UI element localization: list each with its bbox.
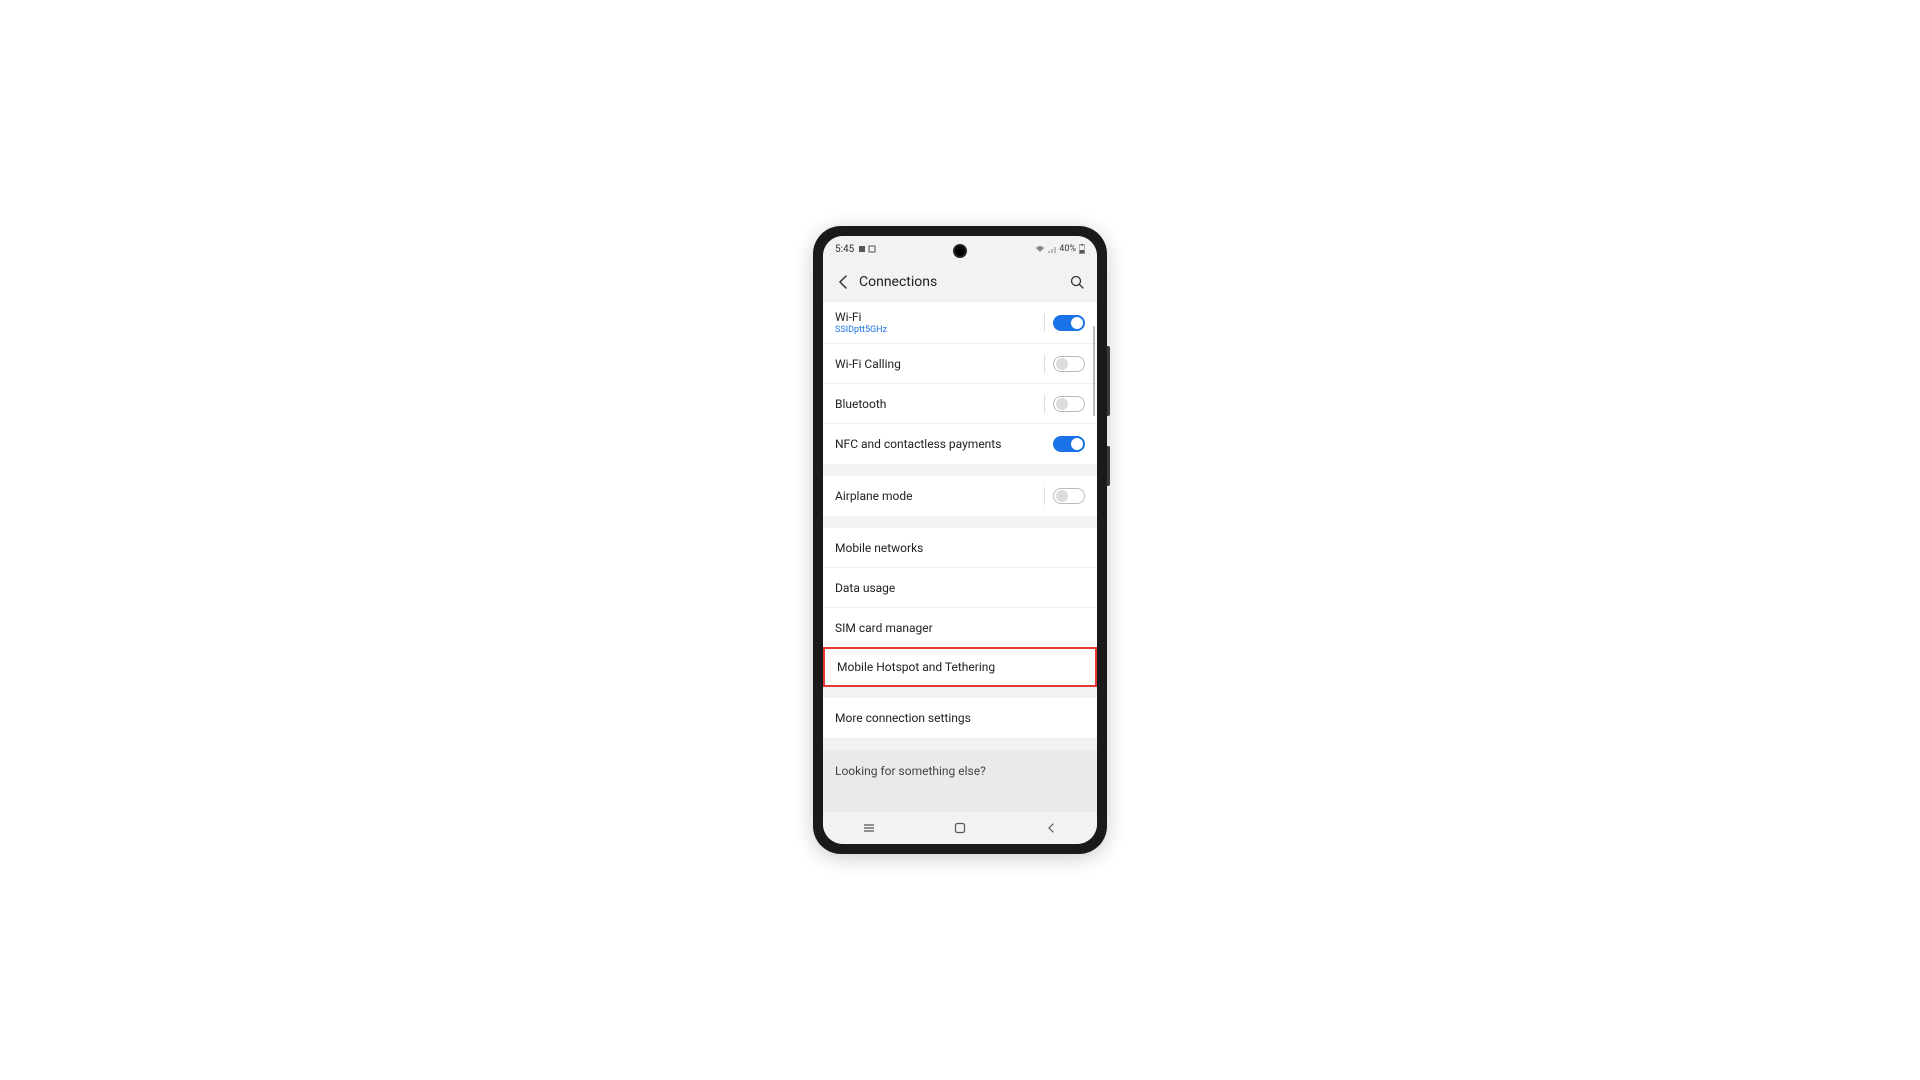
bluetooth-toggle[interactable] <box>1053 396 1085 412</box>
phone-screen: 5:45 40% Connections <box>823 236 1097 844</box>
toggle-knob <box>1071 317 1083 329</box>
nav-back-button[interactable] <box>1031 822 1071 834</box>
row-title: More connection settings <box>835 711 971 725</box>
row-title: SIM card manager <box>835 621 933 635</box>
recents-icon <box>862 823 876 833</box>
row-text: Airplane mode <box>835 489 912 503</box>
toggle-separator <box>1044 355 1045 373</box>
row-text: Wi-Fi Calling <box>835 357 901 371</box>
toggle-wrap <box>1053 436 1085 452</box>
wifi-icon <box>1035 245 1045 253</box>
row-text: Bluetooth <box>835 397 886 411</box>
row-more-connection-settings[interactable]: More connection settings <box>823 698 1097 738</box>
row-airplane-mode[interactable]: Airplane mode <box>823 476 1097 516</box>
settings-group: Airplane mode <box>823 476 1097 516</box>
nfc-toggle[interactable] <box>1053 436 1085 452</box>
row-mobile-hotspot-tethering[interactable]: Mobile Hotspot and Tethering <box>823 647 1097 687</box>
status-left: 5:45 <box>835 244 876 255</box>
status-right: 40% <box>1035 244 1085 254</box>
back-button[interactable] <box>833 272 853 292</box>
toggle-knob <box>1071 438 1083 450</box>
scrollbar[interactable] <box>1093 326 1095 416</box>
back-icon <box>1046 822 1056 834</box>
settings-group: Mobile networks Data usage SIM card mana… <box>823 528 1097 687</box>
row-wifi[interactable]: Wi-Fi SSIDptt5GHz <box>823 302 1097 344</box>
toggle-knob <box>1056 358 1068 370</box>
signal-icon <box>1048 245 1056 253</box>
toggle-wrap <box>1044 487 1085 505</box>
row-wifi-calling[interactable]: Wi-Fi Calling <box>823 344 1097 384</box>
footer-hint[interactable]: Looking for something else? <box>823 750 1097 818</box>
toggle-wrap <box>1044 314 1085 332</box>
row-subtitle: SSIDptt5GHz <box>835 325 887 335</box>
row-title: Mobile Hotspot and Tethering <box>837 660 995 674</box>
search-icon <box>1070 275 1084 289</box>
home-icon <box>954 822 966 834</box>
volume-button <box>1107 346 1110 416</box>
status-time: 5:45 <box>835 244 854 255</box>
row-title: Wi-Fi <box>835 310 887 324</box>
nav-recents-button[interactable] <box>849 823 889 833</box>
row-title: Mobile networks <box>835 541 923 555</box>
wifi-calling-toggle[interactable] <box>1053 356 1085 372</box>
page-title: Connections <box>859 274 1067 290</box>
row-title: Airplane mode <box>835 489 912 503</box>
settings-group: Wi-Fi SSIDptt5GHz Wi-Fi Calling <box>823 302 1097 464</box>
airplane-toggle[interactable] <box>1053 488 1085 504</box>
row-bluetooth[interactable]: Bluetooth <box>823 384 1097 424</box>
row-sim-card-manager[interactable]: SIM card manager <box>823 608 1097 648</box>
toggle-knob <box>1056 398 1068 410</box>
nav-bar <box>823 812 1097 844</box>
row-mobile-networks[interactable]: Mobile networks <box>823 528 1097 568</box>
toggle-knob <box>1056 490 1068 502</box>
row-text: NFC and contactless payments <box>835 437 1001 451</box>
search-button[interactable] <box>1067 272 1087 292</box>
battery-icon <box>1079 244 1085 254</box>
nav-home-button[interactable] <box>940 822 980 834</box>
toggle-wrap <box>1044 395 1085 413</box>
header-bar: Connections <box>823 262 1097 302</box>
toggle-separator <box>1044 395 1045 413</box>
row-title: Bluetooth <box>835 397 886 411</box>
phone-frame: 5:45 40% Connections <box>813 226 1107 854</box>
wifi-toggle[interactable] <box>1053 315 1085 331</box>
power-button <box>1107 446 1110 486</box>
battery-text: 40% <box>1059 244 1076 254</box>
row-nfc[interactable]: NFC and contactless payments <box>823 424 1097 464</box>
toggle-separator <box>1044 314 1045 332</box>
row-title: Data usage <box>835 581 895 595</box>
settings-content: Wi-Fi SSIDptt5GHz Wi-Fi Calling <box>823 302 1097 844</box>
toggle-wrap <box>1044 355 1085 373</box>
camera-hole <box>953 244 967 258</box>
toggle-separator <box>1044 487 1045 505</box>
chevron-left-icon <box>838 275 848 289</box>
row-title: NFC and contactless payments <box>835 437 1001 451</box>
row-title: Wi-Fi Calling <box>835 357 901 371</box>
row-data-usage[interactable]: Data usage <box>823 568 1097 608</box>
row-text: Wi-Fi SSIDptt5GHz <box>835 310 887 335</box>
status-notif-icons <box>858 245 876 253</box>
settings-group: More connection settings <box>823 698 1097 738</box>
